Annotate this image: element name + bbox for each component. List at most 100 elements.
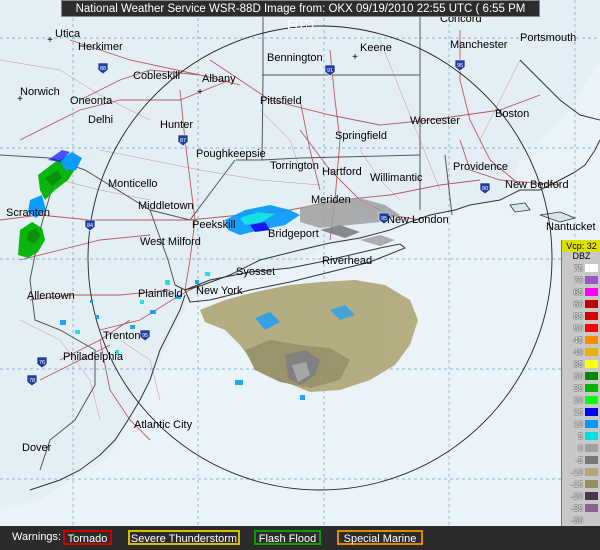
city-philadelphia: Philadelphia <box>63 351 124 363</box>
legend-row: -30 <box>563 515 600 525</box>
city-new-york: New York <box>196 285 243 297</box>
legend-color-swatch <box>585 432 598 440</box>
legend-level-label: 50 <box>573 323 583 333</box>
svg-text:Peekskill: Peekskill <box>192 219 235 231</box>
city-springfield: Springfield <box>335 130 387 142</box>
radar-map: 88 87 91 95 84 95 76 78 95 80 Utica+ Her… <box>0 0 600 526</box>
legend-level-label: 5 <box>578 431 583 441</box>
city-new-london: New London <box>387 214 449 226</box>
severe-thunderstorm-warning-button[interactable]: Severe Thunderstorm <box>128 530 240 545</box>
city-riverhead: Riverhead <box>322 255 372 267</box>
svg-text:88: 88 <box>100 66 106 72</box>
city-trenton: Trenton <box>103 330 141 342</box>
legend-row: 25 <box>563 383 600 393</box>
legend-row: 15 <box>563 407 600 417</box>
svg-text:95: 95 <box>457 63 463 69</box>
legend-level-label: 75 <box>573 263 583 273</box>
legend-level-label: 65 <box>573 287 583 297</box>
svg-text:Utica: Utica <box>55 28 81 40</box>
svg-text:New London: New London <box>387 214 449 226</box>
svg-text:Meriden: Meriden <box>311 194 351 206</box>
svg-text:76: 76 <box>39 360 45 366</box>
legend-level-label: -25 <box>570 503 583 513</box>
city-cobleskill: Cobleskill <box>133 70 180 82</box>
svg-text:Keene: Keene <box>360 42 392 54</box>
legend-row: 30 <box>563 371 600 381</box>
legend-color-swatch <box>585 276 598 284</box>
legend-level-label: -30 <box>570 515 583 525</box>
legend-unit: DBZ <box>572 251 591 261</box>
legend-color-swatch <box>585 444 598 452</box>
legend-row: 5 <box>563 431 600 441</box>
svg-text:84: 84 <box>87 223 93 229</box>
legend-level-label: -5 <box>575 455 583 465</box>
svg-text:Nantucket: Nantucket <box>546 221 596 233</box>
legend-row: -15 <box>563 479 600 489</box>
dbz-legend: Vcp: 32 DBZ 75 70 65 60 55 50 45 40 35 30 25 20 15 10… <box>561 240 600 546</box>
title-bar: National Weather Service WSR-88D Image f… <box>61 0 540 32</box>
svg-text:Worcester: Worcester <box>410 115 460 127</box>
legend-level-label: 30 <box>573 371 583 381</box>
city-hunter: Hunter <box>160 119 193 131</box>
legend-level-label: 40 <box>573 347 583 357</box>
svg-text:Allentown: Allentown <box>27 290 75 302</box>
legend-level-label: 15 <box>573 407 583 417</box>
city-plainfield: Plainfield <box>138 288 183 300</box>
city-willimantic: Willimantic <box>370 172 423 184</box>
legend-row: 75 <box>563 263 600 273</box>
legend-color-swatch <box>585 456 598 464</box>
legend-row: 45 <box>563 335 600 345</box>
svg-text:+: + <box>47 35 53 46</box>
svg-text:+: + <box>352 52 358 63</box>
legend-color-swatch <box>585 336 598 344</box>
city-nantucket: Nantucket <box>546 221 596 233</box>
legend-row: -20 <box>563 491 600 501</box>
city-poughkeepsie: Poughkeepsie <box>196 148 266 160</box>
city-monticello: Monticello <box>108 178 158 190</box>
flash-flood-warning-button[interactable]: Flash Flood <box>254 530 321 545</box>
city-middletown: Middletown <box>138 200 194 212</box>
svg-text:Middletown: Middletown <box>138 200 194 212</box>
city-boston: Boston <box>495 108 529 120</box>
city-west-milford: West Milford <box>140 236 201 248</box>
city-portsmouth: Portsmouth <box>520 32 576 44</box>
legend-color-swatch <box>585 480 598 488</box>
legend-level-label: -10 <box>570 467 583 477</box>
svg-text:Herkimer: Herkimer <box>78 41 123 53</box>
svg-text:Riverhead: Riverhead <box>322 255 372 267</box>
city-herkimer: Herkimer <box>78 41 123 53</box>
svg-text:Philadelphia: Philadelphia <box>63 351 124 363</box>
svg-text:Springfield: Springfield <box>335 130 387 142</box>
svg-text:Delhi: Delhi <box>88 114 113 126</box>
svg-text:Pittsfield: Pittsfield <box>260 95 302 107</box>
city-scranton: Scranton <box>6 207 50 219</box>
legend-row: 35 <box>563 359 600 369</box>
legend-row: 70 <box>563 275 600 285</box>
tornado-warning-button[interactable]: Tornado <box>63 530 112 545</box>
svg-text:New York: New York <box>196 285 243 297</box>
legend-color-swatch <box>585 264 598 272</box>
city-manchester: Manchester <box>450 39 508 51</box>
svg-text:78: 78 <box>29 378 35 384</box>
legend-color-swatch <box>585 468 598 476</box>
special-marine-warning-button[interactable]: Special Marine <box>337 530 423 545</box>
city-torrington: Torrington <box>270 160 319 172</box>
svg-text:Willimantic: Willimantic <box>370 172 423 184</box>
city-syosset: Syosset <box>236 266 275 278</box>
city-allentown: Allentown <box>27 290 75 302</box>
legend-color-swatch <box>585 504 598 512</box>
legend-row: 65 <box>563 287 600 297</box>
legend-level-label: 10 <box>573 419 583 429</box>
city-atlantic-city: Atlantic City <box>134 419 193 431</box>
legend-level-label: 70 <box>573 275 583 285</box>
city-worcester: Worcester <box>410 115 460 127</box>
svg-text:Trenton: Trenton <box>103 330 141 342</box>
legend-color-swatch <box>585 288 598 296</box>
city-delhi: Delhi <box>88 114 113 126</box>
legend-color-swatch <box>585 396 598 404</box>
legend-color-swatch <box>585 372 598 380</box>
legend-color-swatch <box>585 516 598 524</box>
legend-color-swatch <box>585 360 598 368</box>
legend-row: -10 <box>563 467 600 477</box>
legend-row: 60 <box>563 299 600 309</box>
